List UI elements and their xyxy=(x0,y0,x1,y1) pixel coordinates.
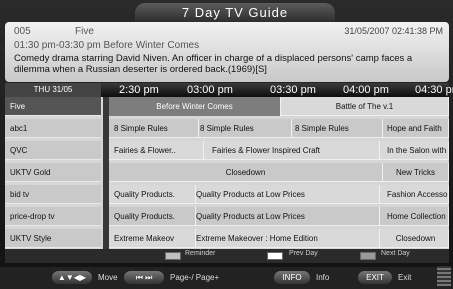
programme-cell[interactable]: Quality Products. xyxy=(114,207,196,226)
programme-cell[interactable]: In the Salon with xyxy=(383,141,449,160)
channel-five[interactable]: Five xyxy=(5,97,101,116)
programme-cell[interactable]: Hope and Faith xyxy=(383,119,449,138)
programme-cell[interactable]: Closedown xyxy=(109,163,383,182)
channel-abc1[interactable]: abc1 xyxy=(5,119,101,138)
programme-cell[interactable]: 8 Simple Rules xyxy=(200,119,292,138)
decorative-corner xyxy=(437,266,451,286)
move-label: Move xyxy=(98,273,118,282)
channel-uktv-gold[interactable]: UKTV Gold xyxy=(5,163,101,182)
channel-number: 005 xyxy=(14,26,31,37)
tv-guide-screen: 7 Day TV Guide 005 Five 31/05/2007 02:41… xyxy=(0,0,453,289)
programme-cell[interactable]: Fashion Accesso xyxy=(383,185,449,204)
programme-description: Comedy drama starring David Niven. An of… xyxy=(14,53,413,75)
channel-uktv-style[interactable]: UKTV Style xyxy=(5,229,101,248)
time-bar: THU 31/05 2:30 pm 03:00 pm 03:30 pm 04:0… xyxy=(5,83,453,97)
page-skip-icon[interactable]: ⏮ ⏭ xyxy=(124,271,164,284)
programme-cell[interactable]: Quality Products at Low Prices xyxy=(196,207,380,226)
programme-row-abc1: 8 Simple Rules 8 Simple Rules 8 Simple R… xyxy=(109,119,449,138)
page-label: Page-/ Page+ xyxy=(170,273,220,282)
programme-cell[interactable]: Extreme Makeover : Home Edition xyxy=(196,229,380,248)
prev-day-label: Prev Day xyxy=(289,250,318,257)
time-slot: 04:30 pm xyxy=(415,84,453,96)
colour-legend: Reminder Prev Day Next Day xyxy=(5,249,449,263)
time-slot: 04:00 pm xyxy=(343,84,389,96)
programme-cell[interactable]: Battle of The v.1 xyxy=(281,97,449,116)
programme-cell[interactable]: 8 Simple Rules xyxy=(295,119,383,138)
prev-day-swatch xyxy=(267,252,283,260)
current-datetime: 31/05/2007 02:41:38 PM xyxy=(344,26,443,36)
channel-qvc[interactable]: QVC xyxy=(5,141,101,160)
programme-row-uktv-gold: Closedown New Tricks xyxy=(109,163,449,182)
programme-row-qvc: Fairies & Flower.. Fairies & Flower Insp… xyxy=(109,141,449,160)
time-slot: 03:00 pm xyxy=(187,84,233,96)
footer-controls: ▲▼◀▶ Move ⏮ ⏭ Page-/ Page+ INFO Info EXI… xyxy=(0,267,453,289)
programme-cell[interactable]: Fairies & Flower.. xyxy=(114,141,204,160)
programme-info-panel: 005 Five 31/05/2007 02:41:38 PM 01:30 pm… xyxy=(5,22,449,82)
exit-label: Exit xyxy=(398,273,412,282)
programme-cell[interactable]: New Tricks xyxy=(383,163,449,182)
programme-cell-selected[interactable]: Before Winter Comes xyxy=(109,97,281,116)
programme-cell[interactable]: Fairies & Flower Inspired Craft xyxy=(212,141,380,160)
next-day-label: Next Day xyxy=(381,250,410,257)
programme-row-five: Before Winter Comes Battle of The v.1 xyxy=(109,97,449,116)
programme-cell[interactable]: Home Collection xyxy=(383,207,449,226)
guide-date: THU 31/05 xyxy=(5,83,101,97)
programme-row-price-drop-tv: Quality Products. Quality Products at Lo… xyxy=(109,207,449,226)
programme-row-uktv-style: Extreme Makeov Extreme Makeover : Home E… xyxy=(109,229,449,248)
info-button[interactable]: INFO xyxy=(274,271,310,284)
next-day-swatch xyxy=(360,252,376,260)
programme-time-title: 01:30 pm-03:30 pm Before Winter Comes xyxy=(14,40,200,51)
exit-button[interactable]: EXIT xyxy=(358,271,392,284)
info-label: Info xyxy=(316,273,330,282)
programme-cell[interactable]: Quality Products. xyxy=(114,185,196,204)
channel-price-drop-tv[interactable]: price-drop tv xyxy=(5,207,101,226)
move-arrows-icon[interactable]: ▲▼◀▶ xyxy=(52,271,92,284)
page-title: 7 Day TV Guide xyxy=(135,3,335,23)
programme-cell[interactable]: 8 Simple Rules xyxy=(114,119,199,138)
reminder-swatch xyxy=(165,252,181,260)
programme-cell[interactable]: Closedown xyxy=(383,229,449,248)
channel-name: Five xyxy=(75,26,94,37)
programme-cell[interactable]: Quality Products at Low Prices xyxy=(196,185,380,204)
time-slot: 2:30 pm xyxy=(119,84,159,96)
reminder-label: Reminder xyxy=(185,250,216,257)
programme-row-bid-tv: Quality Products. Quality Products at Lo… xyxy=(109,185,449,204)
programme-cell[interactable]: Extreme Makeov xyxy=(114,229,196,248)
time-slot: 03:30 pm xyxy=(270,84,316,96)
epg-grid: Five abc1 QVC UKTV Gold bid tv price-dro… xyxy=(5,97,449,249)
channel-bid-tv[interactable]: bid tv xyxy=(5,185,101,204)
